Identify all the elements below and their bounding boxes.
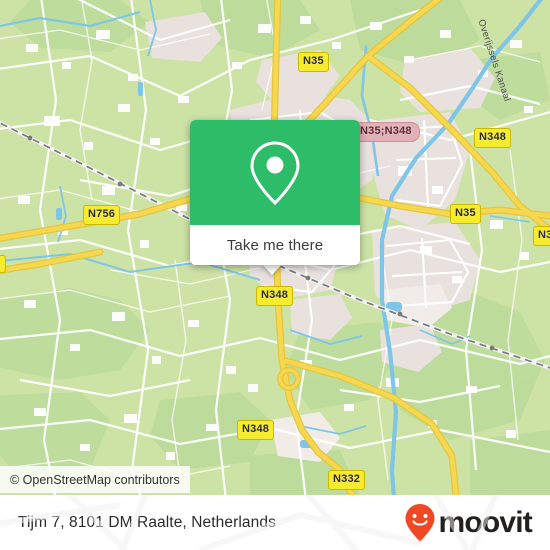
moovit-logo[interactable]: moovit [404,503,533,543]
map-attribution[interactable]: © OpenStreetMap contributors [0,466,190,493]
route-shield-n35-right[interactable]: N35 [450,204,481,224]
route-shield-left-edge[interactable] [0,255,6,273]
moovit-pin-icon [405,503,435,542]
route-shield-n348-lower[interactable]: N348 [237,420,275,440]
map-screenshot: N35 N35;N348 N348 N35 N3 N756 N348 N348 … [0,0,550,550]
route-shield-n348-mid[interactable]: N348 [256,286,294,306]
take-me-there-button[interactable]: Take me there [190,225,360,265]
address-label: Tijm 7, 8101 DM Raalte, Netherlands [18,513,276,531]
route-shield-n348-right-top[interactable]: N348 [474,128,512,148]
card-pointer-tail [262,264,282,275]
take-me-there-label: Take me there [226,236,324,254]
footer-bar: Tijm 7, 8101 DM Raalte, Netherlands moov… [0,495,550,550]
attribution-text: © OpenStreetMap contributors [10,472,180,487]
route-shield-n35-n348[interactable]: N35;N348 [352,122,420,142]
route-shield-n756[interactable]: N756 [83,205,121,225]
map-canvas[interactable]: N35 N35;N348 N348 N35 N3 N756 N348 N348 … [0,0,550,495]
map-pin-icon [250,140,300,205]
moovit-wordmark: moovit [438,505,532,539]
route-shield-n3-edge[interactable]: N3 [533,226,550,246]
route-shield-n332[interactable]: N332 [328,470,366,490]
card-header [190,120,360,225]
take-me-there-card[interactable]: Take me there [190,120,360,265]
route-shield-n35-top[interactable]: N35 [298,52,329,72]
